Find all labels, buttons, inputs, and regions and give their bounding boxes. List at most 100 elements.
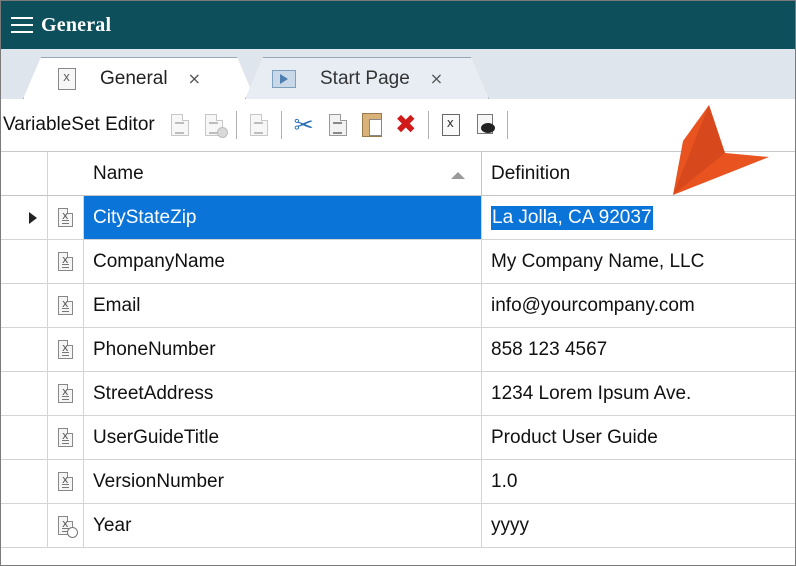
row-icon-cell: [48, 284, 84, 327]
variable-definition-cell[interactable]: 858 123 4567: [482, 328, 795, 371]
variable-definition: Product User Guide: [491, 426, 658, 448]
variable-name-cell[interactable]: StreetAddress: [84, 372, 482, 415]
grid-header: Name Definition: [1, 152, 795, 196]
variable-definition-cell[interactable]: Product User Guide: [482, 416, 795, 459]
table-row[interactable]: CityStateZip La Jolla, CA 92037: [1, 196, 795, 240]
row-indicator: [1, 240, 48, 283]
variable-name-cell[interactable]: Email: [84, 284, 482, 327]
variable-icon: [58, 428, 73, 447]
variable-name-cell[interactable]: CityStateZip: [84, 196, 482, 239]
table-row[interactable]: UserGuideTitle Product User Guide: [1, 416, 795, 460]
variable-name-cell[interactable]: Year: [84, 504, 482, 547]
header-icon-cell: [48, 152, 84, 195]
variable-name-cell[interactable]: UserGuideTitle: [84, 416, 482, 459]
row-icon-cell: [48, 240, 84, 283]
copy-button[interactable]: [324, 110, 352, 140]
tab-start-page[interactable]: Start Page ×: [245, 57, 489, 99]
variable-name: UserGuideTitle: [93, 426, 220, 448]
table-row[interactable]: Email info@yourcompany.com: [1, 284, 795, 328]
column-header-name-label: Name: [93, 162, 144, 184]
variable-set-editor-window: General General × Start Page × VariableS…: [0, 0, 796, 566]
edit-variable-button[interactable]: [200, 110, 228, 140]
add-variable-button[interactable]: [166, 110, 194, 140]
toolbar-separator: [235, 111, 237, 139]
tab-general[interactable]: General ×: [23, 57, 255, 99]
variable-icon: [58, 252, 73, 271]
row-indicator: [1, 284, 48, 327]
variable-file-icon: [58, 67, 76, 90]
column-header-name[interactable]: Name: [84, 152, 482, 195]
paste-button[interactable]: [358, 110, 386, 140]
variable-definition: La Jolla, CA 92037: [491, 205, 653, 230]
variable-name: Year: [93, 514, 132, 536]
variable-icon: [58, 208, 73, 227]
variables-grid: Name Definition CityStateZip La Jolla, C…: [1, 152, 795, 548]
variable-definition-cell[interactable]: 1.0: [482, 460, 795, 503]
variable-name: Email: [93, 294, 141, 316]
edit-variable-icon: [204, 114, 228, 138]
toolbar-separator: [280, 111, 282, 139]
variable-definition-cell[interactable]: yyyy: [482, 504, 795, 547]
row-icon-cell: [48, 416, 84, 459]
row-icon-cell: [48, 196, 84, 239]
copy-icon: [328, 114, 347, 136]
table-row[interactable]: CompanyName My Company Name, LLC: [1, 240, 795, 284]
row-indicator: [1, 328, 48, 371]
table-row[interactable]: Year yyyy: [1, 504, 795, 548]
toolbar-title: VariableSet Editor: [3, 114, 155, 135]
preview-button[interactable]: [471, 110, 499, 140]
variable-definition: yyyy: [491, 514, 529, 536]
scissors-icon: ✂: [293, 111, 314, 139]
row-indicator: [1, 196, 48, 239]
variable-definition-cell[interactable]: La Jolla, CA 92037: [482, 196, 795, 239]
variable-icon: [58, 340, 73, 359]
sort-ascending-icon: [451, 172, 465, 179]
header-indicator-cell: [1, 152, 48, 195]
row-icon-cell: [48, 460, 84, 503]
row-icon-cell: [48, 504, 84, 547]
variable-definition: 858 123 4567: [491, 338, 608, 360]
delete-icon: ✖: [394, 110, 417, 140]
table-row[interactable]: StreetAddress 1234 Lorem Ipsum Ave.: [1, 372, 795, 416]
variable-name-cell[interactable]: CompanyName: [84, 240, 482, 283]
variable-name-cell[interactable]: PhoneNumber: [84, 328, 482, 371]
table-row[interactable]: VersionNumber 1.0: [1, 460, 795, 504]
column-header-definition[interactable]: Definition: [482, 152, 795, 195]
variable-name: StreetAddress: [93, 382, 214, 404]
cut-button[interactable]: ✂: [290, 110, 318, 140]
variable-name-cell[interactable]: VersionNumber: [84, 460, 482, 503]
variable-icon: [58, 296, 73, 315]
variable-definition-cell[interactable]: 1234 Lorem Ipsum Ave.: [482, 372, 795, 415]
toolbar-separator: [506, 111, 508, 139]
insert-variable-button[interactable]: [437, 110, 465, 140]
row-icon-cell: [48, 372, 84, 415]
variable-definition-cell[interactable]: info@yourcompany.com: [482, 284, 795, 327]
variable-icon: [58, 384, 73, 403]
add-variable-icon: [170, 114, 189, 136]
row-indicator: [1, 372, 48, 415]
variable-name: CompanyName: [93, 250, 225, 272]
close-tab-icon[interactable]: ×: [188, 69, 201, 88]
menu-icon[interactable]: [3, 1, 41, 49]
variable-definition: 1.0: [491, 470, 518, 492]
window-title: General: [41, 13, 112, 36]
row-indicator: [1, 504, 48, 547]
start-page-icon: [272, 69, 296, 88]
variable-properties-button[interactable]: [245, 110, 273, 140]
variable-name: CityStateZip: [93, 206, 197, 228]
title-bar: General: [1, 1, 795, 49]
variable-definition-cell[interactable]: My Company Name, LLC: [482, 240, 795, 283]
paste-icon: [361, 113, 382, 137]
table-row[interactable]: PhoneNumber 858 123 4567: [1, 328, 795, 372]
variable-properties-icon: [249, 114, 268, 136]
editor-toolbar: VariableSet Editor ✂ ✖: [1, 99, 795, 152]
delete-button[interactable]: ✖: [392, 110, 420, 140]
variable-file-icon: [441, 114, 460, 136]
column-header-definition-label: Definition: [491, 162, 571, 184]
current-row-icon: [29, 212, 37, 224]
variable-name: PhoneNumber: [93, 338, 216, 360]
variable-definition: info@yourcompany.com: [491, 294, 695, 316]
row-icon-cell: [48, 328, 84, 371]
variable-icon: [58, 472, 73, 491]
close-tab-icon[interactable]: ×: [430, 69, 443, 88]
